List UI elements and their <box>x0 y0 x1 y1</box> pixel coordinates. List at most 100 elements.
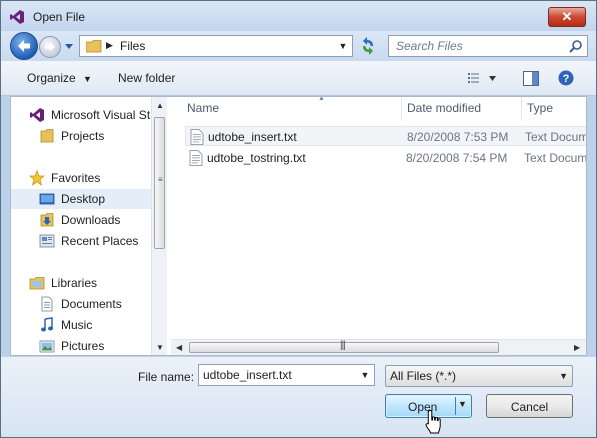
close-button[interactable]: ✕ <box>548 7 586 27</box>
column-header-type[interactable]: Type <box>521 97 586 121</box>
scroll-down-icon[interactable]: ▼ <box>156 343 164 352</box>
sidebar-item-label: Pictures <box>61 339 105 353</box>
back-arrow-icon <box>18 40 30 52</box>
folder-icon <box>86 40 102 53</box>
recent-pages-dropdown-icon[interactable] <box>64 40 74 52</box>
scroll-left-icon[interactable]: ◀ <box>176 343 182 352</box>
cancel-button-label: Cancel <box>510 400 549 414</box>
column-header-date-modified[interactable]: Date modified <box>401 97 522 121</box>
browser-content: Microsoft Visual St Projects Favorites D… <box>10 96 587 356</box>
column-header-name[interactable]: ▲ Name <box>181 97 402 121</box>
chevron-down-icon: ▼ <box>83 74 92 84</box>
file-name: udtobe_tostring.txt <box>207 151 306 165</box>
sidebar-item-label: Favorites <box>51 171 101 185</box>
sidebar-item-label: Documents <box>61 297 122 311</box>
sidebar-item-documents[interactable]: Documents <box>11 294 151 314</box>
navigation-pane: Microsoft Visual St Projects Favorites D… <box>11 97 151 355</box>
file-type: Text Docum <box>525 130 586 144</box>
address-dropdown-icon[interactable]: ▼ <box>334 36 352 56</box>
sidebar-item-projects[interactable]: Projects <box>11 126 151 146</box>
scrollbar-thumb[interactable]: ||| <box>189 340 499 353</box>
file-row[interactable]: udtobe_tostring.txt 8/20/2008 7:54 PM Te… <box>185 148 586 168</box>
file-name: udtobe_insert.txt <box>208 130 297 144</box>
file-name-combobox[interactable]: ▼ <box>198 364 375 386</box>
sidebar-item-label: Microsoft Visual St <box>51 108 151 122</box>
scroll-up-icon[interactable]: ▲ <box>156 101 164 110</box>
details-view-icon <box>468 73 479 83</box>
sort-ascending-icon: ▲ <box>318 97 325 102</box>
downloads-folder-icon <box>40 213 54 227</box>
open-file-dialog: Open File ✕ ▶ Files ▼ Search Files Organ… <box>0 0 597 438</box>
file-row[interactable]: udtobe_insert.txt 8/20/2008 7:53 PM Text… <box>185 126 586 146</box>
sidebar-item-label: Projects <box>61 129 105 143</box>
file-date: 8/20/2008 7:54 PM <box>406 151 508 165</box>
sidebar-item-label: Libraries <box>51 276 98 290</box>
breadcrumb-separator-icon[interactable]: ▶ <box>106 40 113 51</box>
preview-pane-button[interactable] <box>523 71 539 86</box>
file-name-input[interactable] <box>199 365 358 385</box>
new-folder-button[interactable]: New folder <box>118 71 175 85</box>
sidebar-item-favorites[interactable]: Favorites <box>11 168 151 188</box>
column-header-label: Type <box>527 101 554 115</box>
refresh-button[interactable] <box>357 35 379 57</box>
navigation-pane-scrollbar[interactable]: ▲ ≡ ▼ <box>151 97 167 355</box>
organize-label: Organize <box>27 71 76 85</box>
back-button[interactable] <box>10 32 38 60</box>
grip-icon: ||| <box>340 340 346 351</box>
breadcrumb-current[interactable]: Files <box>120 39 145 53</box>
sidebar-item-visual-studio[interactable]: Microsoft Visual St <box>11 105 151 125</box>
file-date: 8/20/2008 7:53 PM <box>407 130 509 144</box>
sidebar-item-label: Music <box>61 318 93 332</box>
help-button[interactable]: ? <box>558 70 574 86</box>
file-list-horizontal-scrollbar[interactable]: ◀ ||| ▶ <box>171 339 586 355</box>
visual-studio-icon <box>10 10 24 24</box>
sidebar-item-desktop[interactable]: Desktop <box>11 189 151 209</box>
file-type: Text Docum <box>524 151 586 165</box>
sidebar-item-label: Downloads <box>61 213 121 227</box>
visual-studio-icon <box>30 108 44 122</box>
column-header-label: Date modified <box>407 101 482 115</box>
open-options-dropdown-icon[interactable]: ▼ <box>458 399 467 409</box>
question-mark-icon: ? <box>563 73 570 85</box>
folder-icon <box>40 129 54 143</box>
sidebar-item-music[interactable]: Music <box>11 315 151 335</box>
sidebar-item-recent-places[interactable]: Recent Places <box>11 231 151 251</box>
change-view-button[interactable] <box>467 72 497 86</box>
window-title: Open File <box>33 10 86 24</box>
search-box[interactable] <box>388 35 588 57</box>
text-file-icon <box>190 129 204 145</box>
text-file-icon <box>189 150 203 166</box>
forward-button[interactable] <box>39 36 61 58</box>
command-toolbar: Organize ▼ New folder ? <box>1 61 596 96</box>
file-type-selected: All Files (*.*) <box>390 369 457 383</box>
column-header-label: Name <box>187 101 220 115</box>
chevron-down-icon <box>489 76 496 81</box>
sidebar-item-label: Recent Places <box>61 234 139 248</box>
file-list: ▲ Name Date modified Type udtobe_insert.… <box>171 97 586 355</box>
search-input[interactable] <box>389 36 566 56</box>
documents-icon <box>41 296 53 312</box>
forward-arrow-icon <box>45 42 55 52</box>
cancel-button[interactable]: Cancel <box>486 394 573 418</box>
scrollbar-thumb[interactable]: ≡ <box>154 117 165 249</box>
recent-places-icon <box>39 234 55 248</box>
navigation-bar: ▶ Files ▼ <box>1 31 596 61</box>
grip-icon: ≡ <box>158 175 163 184</box>
sidebar-item-libraries[interactable]: Libraries <box>11 273 151 293</box>
organize-button[interactable]: Organize ▼ <box>27 71 92 85</box>
file-type-select[interactable]: All Files (*.*) ▼ <box>385 365 573 387</box>
sidebar-item-pictures[interactable]: Pictures <box>11 336 151 355</box>
close-icon: ✕ <box>561 9 573 24</box>
title-bar: Open File ✕ <box>1 1 596 31</box>
hand-cursor-icon <box>425 409 441 434</box>
chevron-down-icon[interactable]: ▼ <box>358 365 372 385</box>
split-divider <box>455 397 456 415</box>
scroll-right-icon[interactable]: ▶ <box>574 343 580 352</box>
search-icon[interactable] <box>569 39 583 53</box>
pictures-icon <box>39 340 55 353</box>
libraries-icon <box>29 277 45 290</box>
address-bar[interactable]: ▶ Files ▼ <box>79 35 353 57</box>
music-icon <box>41 317 53 332</box>
file-name-label: File name: <box>138 370 195 384</box>
sidebar-item-downloads[interactable]: Downloads <box>11 210 151 230</box>
